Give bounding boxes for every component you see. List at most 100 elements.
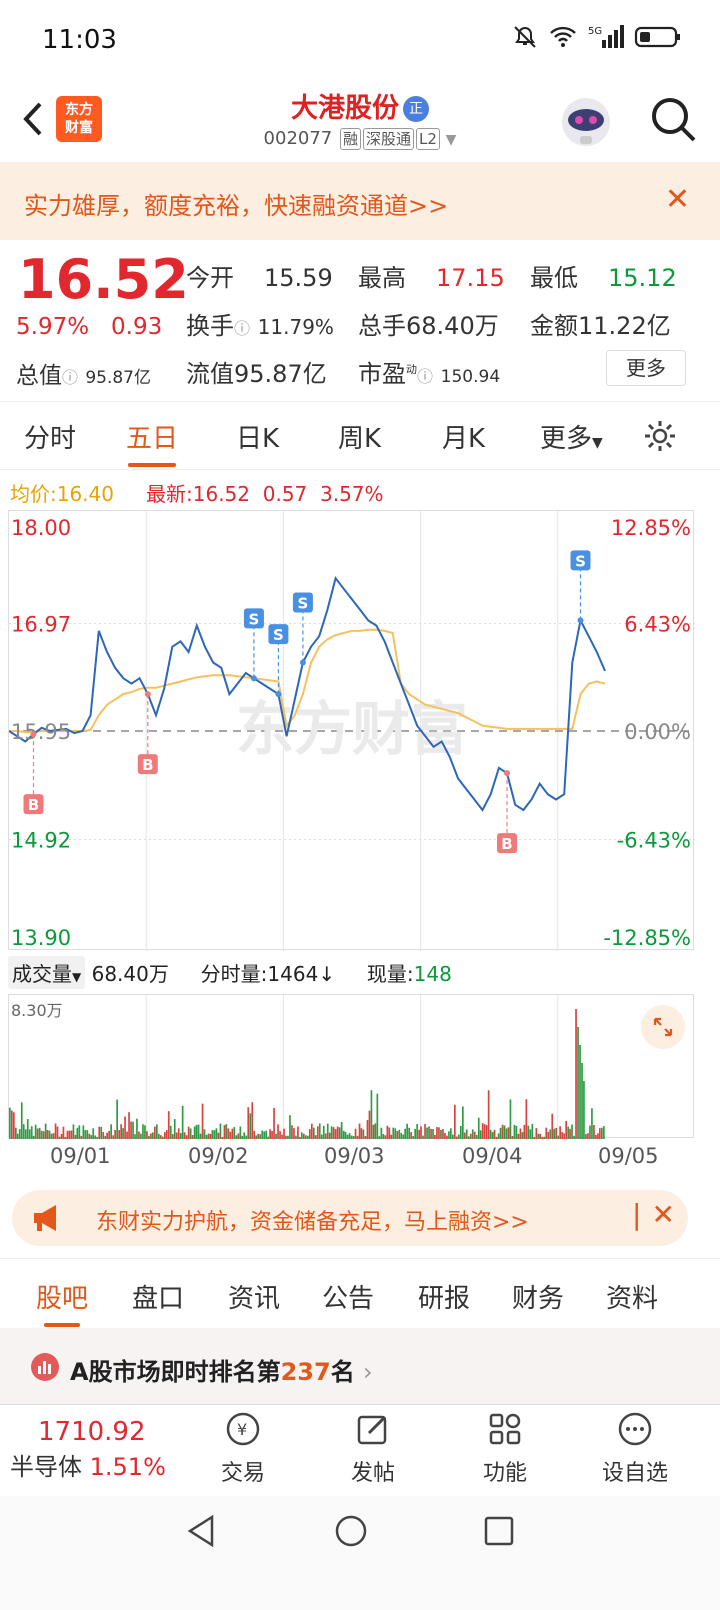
volume-bar — [493, 1129, 496, 1139]
volume-bar — [38, 1127, 41, 1139]
volume-bar — [324, 1133, 327, 1139]
tab-daily-k[interactable]: 日K — [236, 418, 279, 455]
trade-marker-dot — [275, 691, 282, 698]
volume-bar — [70, 1130, 73, 1139]
volume-bar — [394, 1128, 397, 1139]
tab-five-day[interactable]: 五日 — [126, 418, 178, 467]
tab-weekly-k[interactable]: 周K — [338, 418, 381, 455]
close-icon[interactable]: | ✕ — [632, 1198, 675, 1231]
volume-bar — [483, 1124, 486, 1139]
volume-bar — [233, 1127, 236, 1139]
float-value: 流值95.87亿 — [186, 360, 327, 388]
market-rank-bar[interactable]: A股市场即时排名第237名 › — [0, 1328, 720, 1404]
pe-ratio: 市盈动ⓘ 150.94 — [358, 360, 501, 388]
functions-button[interactable]: 功能 — [460, 1409, 550, 1487]
expand-icon[interactable] — [641, 1005, 685, 1049]
volume-bar — [273, 1107, 275, 1139]
volume-bar — [86, 1130, 89, 1139]
mute-icon — [514, 26, 536, 48]
tab-finance[interactable]: 财务 — [512, 1278, 564, 1315]
volume-bar — [545, 1127, 548, 1139]
volume-bar — [344, 1131, 347, 1139]
volume-bar — [320, 1134, 323, 1139]
volume-bar — [64, 1136, 67, 1139]
y-tick-right: -12.85% — [603, 926, 691, 950]
volume-bar — [458, 1134, 460, 1139]
volume-bar — [183, 1132, 186, 1139]
volume-bar — [177, 1128, 180, 1139]
volume-bar — [547, 1131, 550, 1139]
search-icon[interactable] — [648, 94, 698, 144]
close-icon[interactable]: ✕ — [665, 182, 690, 217]
tab-research[interactable]: 研报 — [418, 1278, 470, 1315]
volume-bar — [442, 1129, 444, 1139]
nav-home-icon[interactable] — [334, 1514, 368, 1548]
volume-bar — [48, 1130, 51, 1139]
volume-bar — [66, 1130, 69, 1139]
volume-bar — [263, 1131, 265, 1139]
volume-bar — [452, 1134, 454, 1139]
tab-guba[interactable]: 股吧 — [36, 1278, 88, 1327]
nav-back-icon[interactable] — [186, 1514, 216, 1548]
volume-bar — [162, 1136, 164, 1139]
add-watchlist-button[interactable]: 设自选 — [590, 1409, 680, 1487]
robot-assistant-icon[interactable] — [558, 94, 614, 150]
rank-chart-icon — [31, 1353, 59, 1381]
volume-bar — [318, 1123, 321, 1139]
volume-bar — [213, 1130, 216, 1139]
volume-bar — [410, 1132, 412, 1139]
volume-bar — [259, 1134, 261, 1139]
post-button[interactable]: 发帖 — [328, 1409, 418, 1487]
volume-bar — [146, 1131, 148, 1139]
volume-bar — [316, 1126, 319, 1139]
tab-monthly-k[interactable]: 月K — [442, 418, 485, 455]
volume-bar — [334, 1129, 337, 1139]
promo-text[interactable]: 实力雄厚，额度充裕，快速融资通道>> — [24, 186, 448, 221]
volume-bar — [271, 1130, 273, 1139]
more-button[interactable]: 更多 — [606, 350, 686, 386]
volume-bar — [599, 1128, 601, 1139]
trade-button[interactable]: ¥ 交易 — [198, 1409, 288, 1487]
volume-bar — [142, 1124, 144, 1139]
volume-dropdown[interactable]: 成交量▼ — [8, 956, 86, 989]
volume-bar — [88, 1133, 91, 1139]
settings-gear-icon[interactable] — [642, 418, 678, 454]
trade-marker-dot — [250, 675, 257, 682]
volume-bar — [356, 1135, 359, 1139]
svg-text:5G: 5G — [588, 26, 602, 37]
volume-bar — [561, 1132, 563, 1139]
volume-bar — [227, 1128, 230, 1139]
volume-bar — [46, 1130, 49, 1139]
volume-bar — [207, 1133, 210, 1139]
volume-bar — [366, 1120, 369, 1139]
system-nav-bar — [0, 1496, 720, 1610]
volume-bar — [313, 1127, 315, 1139]
promo-banner[interactable]: 实力雄厚，额度充裕，快速融资通道>> ✕ — [0, 162, 720, 240]
volume-bar — [164, 1132, 166, 1139]
volume-bar — [11, 1110, 13, 1139]
tab-profile[interactable]: 资料 — [606, 1278, 658, 1315]
volume-bar — [386, 1125, 389, 1139]
nav-recents-icon[interactable] — [484, 1516, 514, 1546]
volume-bar — [525, 1099, 528, 1139]
volume-bar — [285, 1135, 287, 1139]
tab-more[interactable]: 更多▼ — [540, 418, 603, 455]
price-chart[interactable]: 东方财富 18.00 12.85% 16.97 6.43% 15.95 0.00% 14.92… — [8, 510, 695, 951]
tab-pankou[interactable]: 盘口 — [132, 1278, 184, 1315]
tab-intraday[interactable]: 分时 — [24, 418, 76, 455]
volume-bar — [110, 1124, 112, 1139]
volume-bar — [376, 1093, 379, 1139]
volume-bar — [52, 1133, 55, 1139]
tab-news[interactable]: 资讯 — [228, 1278, 280, 1315]
index-ticker[interactable]: 1710.92 半导体 1.51% — [10, 1417, 166, 1482]
volume-bar — [531, 1124, 534, 1139]
volume-bar — [68, 1130, 71, 1139]
volume-bar — [126, 1131, 128, 1139]
volume-bar — [40, 1130, 43, 1139]
volume-bar — [440, 1129, 442, 1139]
quote-panel: 16.52 5.97% 0.93 总值ⓘ 95.87亿 今开 15.59 最高 17… — [0, 240, 720, 402]
tab-announcements[interactable]: 公告 — [322, 1278, 374, 1315]
volume-bar — [430, 1128, 432, 1139]
financing-banner[interactable]: 东财实力护航，资金储备充足，马上融资>> | ✕ — [12, 1190, 688, 1246]
volume-bar — [348, 1133, 351, 1139]
